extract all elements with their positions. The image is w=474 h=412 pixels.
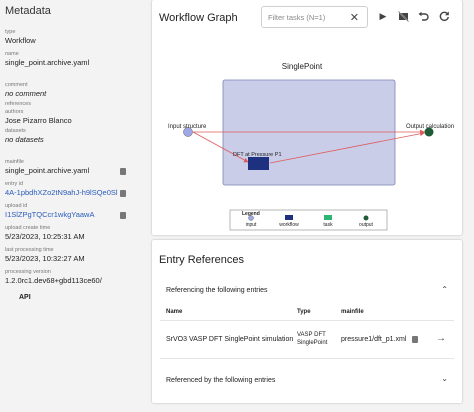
field-value: Workflow (5, 36, 36, 45)
copy-icon[interactable] (120, 167, 126, 175)
legend-input-label: input (246, 222, 257, 228)
references-title: Entry References (159, 254, 244, 266)
copy-icon[interactable] (120, 189, 126, 197)
field-label: upload id (5, 203, 28, 209)
legend-output-label: output (359, 222, 374, 228)
legend-task-label: task (323, 222, 333, 228)
field-entry-id: entry id 4A-1pbdhXZo2tN9ahJ-h9lSQe0Sl (5, 181, 138, 198)
task-node-label: DFT at Pressure P1 (233, 152, 282, 158)
legend: Legend input workflow task output (229, 209, 388, 231)
column-header-mainfile[interactable]: mainfile (341, 309, 364, 315)
legend-workflow-label: workflow (279, 222, 299, 228)
field-authors: authors Jose Pizarro Blanco (5, 109, 138, 126)
table-divider (160, 320, 454, 321)
field-value: single_point.archive.yaml (5, 58, 90, 67)
field-type: type Workflow (5, 29, 138, 46)
field-references: references (5, 101, 138, 108)
field-upload-id: upload id I1SlZPgTQCcr1wkgYaawA (5, 203, 138, 220)
field-processing-version: processing version 1.2.0rc1.dev68+gbd113… (5, 269, 138, 286)
field-label: last processing time (5, 247, 54, 253)
column-header-type[interactable]: Type (297, 309, 311, 315)
legend-task-swatch (324, 215, 332, 220)
chevron-down-icon[interactable]: ⌄ (441, 374, 448, 383)
field-mainfile: mainfile single_point.archive.yaml (5, 159, 138, 176)
field-label: upload create time (5, 225, 51, 231)
field-comment: comment no comment (5, 82, 138, 99)
field-value: no datasets (5, 135, 44, 144)
referenced-by-accordion-header[interactable]: Referenced by the following entries (166, 377, 275, 384)
field-value: 1.2.0rc1.dev68+gbd113ce60/ (5, 276, 102, 285)
api-button[interactable]: API (19, 294, 138, 301)
field-value: no comment (5, 89, 47, 98)
field-upload-create-time: upload create time 5/23/2023, 10:25:31 A… (5, 225, 138, 242)
input-node-label: Input structure (168, 124, 207, 130)
row-name: SrVO3 VASP DFT SinglePoint simulation (166, 336, 294, 343)
legend-workflow-swatch (285, 215, 293, 220)
field-label: datasets (5, 128, 26, 134)
entry-references-card: Entry References Referencing the followi… (152, 240, 462, 403)
field-last-processing-time: last processing time 5/23/2023, 10:32:27… (5, 247, 138, 264)
workflow-graph-canvas[interactable]: SinglePoint Input structure Output calcu… (152, 0, 462, 235)
field-label: comment (5, 82, 28, 88)
legend-input-swatch (248, 215, 254, 221)
workflow-graph-card: Workflow Graph ✕ ▶ SinglePoint Input str… (152, 0, 462, 235)
task-node[interactable] (248, 157, 269, 170)
output-node-label: Output calculation (406, 124, 454, 130)
entry-id-link[interactable]: 4A-1pbdhXZo2tN9ahJ-h9lSQe0Sl (5, 188, 118, 198)
field-label: type (5, 29, 16, 35)
field-datasets: datasets no datasets (5, 128, 138, 145)
row-type-line1: VASP DFT (297, 332, 326, 338)
field-label: mainfile (5, 159, 24, 165)
field-label: processing version (5, 269, 51, 275)
referencing-accordion-header[interactable]: Referencing the following entries (166, 287, 268, 294)
field-label: name (5, 51, 19, 57)
copy-icon[interactable] (412, 336, 418, 343)
copy-icon[interactable] (120, 211, 126, 219)
metadata-sidebar: Metadata type Workflow name single_point… (0, 0, 143, 412)
field-value: 5/23/2023, 10:25:31 AM (5, 232, 85, 241)
row-type-line2: SinglePoint (297, 340, 328, 346)
legend-output-swatch (363, 215, 369, 221)
field-label: references (5, 101, 31, 107)
arrow-right-icon[interactable]: → (436, 333, 446, 344)
field-value: single_point.archive.yaml (5, 166, 90, 175)
field-label: authors (5, 109, 24, 115)
chevron-up-icon[interactable]: ⌃ (441, 285, 448, 294)
field-value: 5/23/2023, 10:32:27 AM (5, 254, 85, 263)
field-name: name single_point.archive.yaml (5, 51, 138, 68)
upload-id-link[interactable]: I1SlZPgTQCcr1wkgYaawA (5, 210, 94, 220)
single-point-title: SinglePoint (282, 62, 323, 71)
field-label: entry id (5, 181, 24, 187)
table-divider (160, 358, 454, 359)
column-header-name[interactable]: Name (166, 309, 182, 315)
row-mainfile: pressure1/dft_p1.xml (341, 336, 407, 343)
sidebar-title: Metadata (5, 5, 51, 17)
field-value: Jose Pizarro Blanco (5, 116, 72, 125)
